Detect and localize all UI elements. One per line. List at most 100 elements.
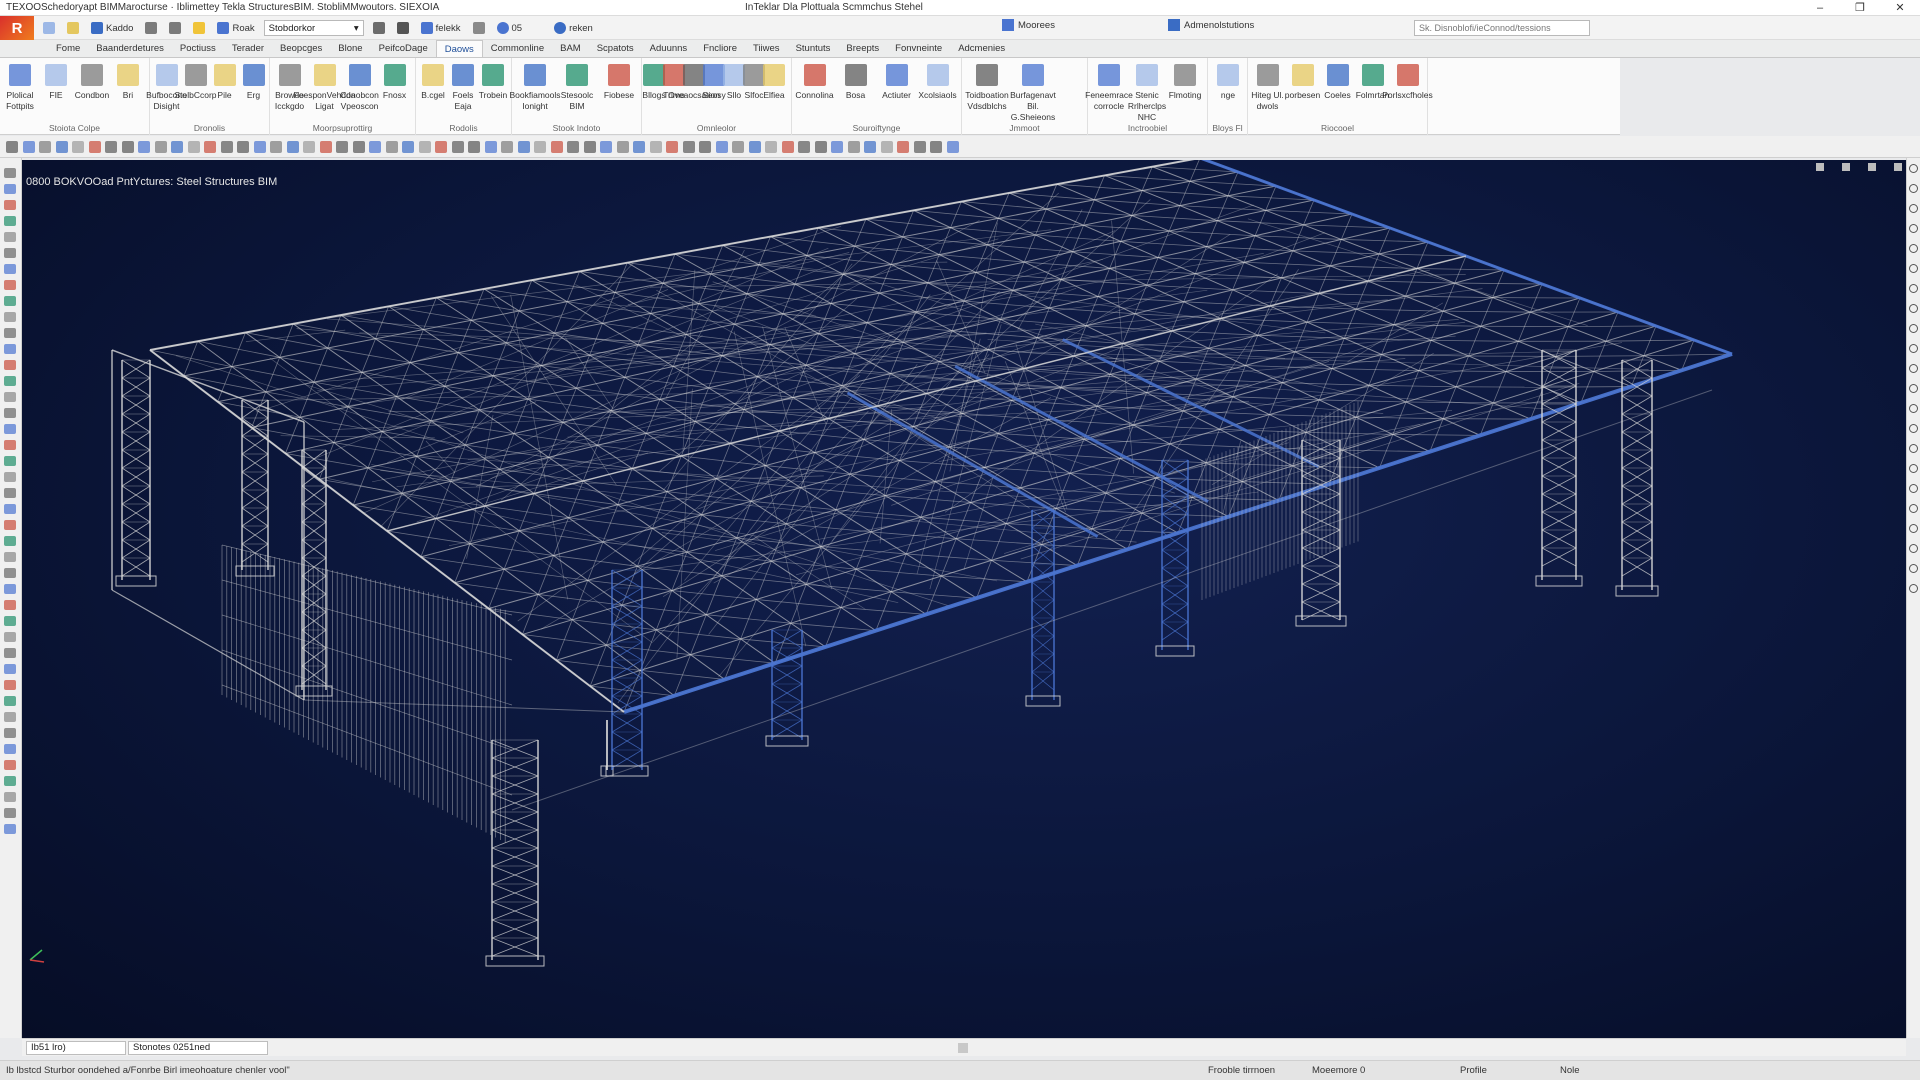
view-tool-icon[interactable] (154, 141, 167, 153)
tab-15[interactable]: Breepts (838, 40, 887, 57)
ribbon-button-0-1[interactable]: FIE (38, 64, 74, 101)
tab-0[interactable]: Fome (48, 40, 88, 57)
side-tool-icon[interactable] (4, 792, 16, 802)
ribbon-button-6-3[interactable]: Xcolsiaols (917, 64, 958, 101)
view-tool-icon[interactable] (715, 141, 728, 153)
view-tool-icon[interactable] (550, 141, 563, 153)
ribbon-button-4-1[interactable]: Stesoolc BIM (556, 64, 598, 112)
tab-14[interactable]: Stuntuts (788, 40, 839, 57)
view-tool-icon[interactable] (748, 141, 761, 153)
ribbon-button-10-2[interactable]: Coeles (1320, 64, 1355, 101)
side-tool-icon[interactable] (4, 616, 16, 626)
maximize-button[interactable]: ❐ (1840, 0, 1880, 16)
units-field[interactable]: Ib51 lro) (26, 1041, 126, 1055)
tab-6[interactable]: PeifcoDage (371, 40, 436, 57)
nav-tool-icon[interactable] (1909, 284, 1918, 293)
side-tool-icon[interactable] (4, 168, 16, 178)
view-tool-icon[interactable] (732, 141, 744, 153)
view-tool-icon[interactable] (418, 141, 431, 153)
ribbon-button-1-1[interactable]: StelbCcorp (174, 64, 217, 101)
view-tool-icon[interactable] (270, 141, 282, 153)
tab-10[interactable]: Scpatots (589, 40, 642, 57)
tab-13[interactable]: Tiiwes (745, 40, 788, 57)
side-tool-icon[interactable] (4, 520, 16, 530)
side-tool-icon[interactable] (4, 472, 16, 482)
side-tool-icon[interactable] (4, 536, 16, 546)
view-tool-icon[interactable] (781, 141, 794, 153)
view-tool-icon[interactable] (171, 141, 183, 153)
side-tool-icon[interactable] (4, 760, 16, 770)
nav-tool-icon[interactable] (1909, 504, 1918, 513)
view-tool-icon[interactable] (286, 141, 299, 153)
qa-kaddo[interactable]: Kaddo (88, 19, 136, 37)
ribbon-button-3-0[interactable]: B.cgel (418, 64, 448, 101)
nav-tool-icon[interactable] (1909, 424, 1918, 433)
view-tool-icon[interactable] (121, 141, 134, 153)
side-tool-icon[interactable] (4, 568, 16, 578)
ribbon-button-0-2[interactable]: Condbon (74, 64, 110, 101)
side-tool-icon[interactable] (4, 776, 16, 786)
tab-3[interactable]: Terader (224, 40, 272, 57)
side-tool-icon[interactable] (4, 696, 16, 706)
tab-17[interactable]: Adcmenies (950, 40, 1013, 57)
view-tool-icon[interactable] (187, 141, 200, 153)
nav-tool-icon[interactable] (1909, 464, 1918, 473)
view-tool-icon[interactable] (666, 141, 678, 153)
side-tool-icon[interactable] (4, 248, 16, 258)
tab-12[interactable]: Fncliore (695, 40, 745, 57)
tab-5[interactable]: Blone (330, 40, 370, 57)
view-tool-icon[interactable] (55, 141, 68, 153)
view-tool-icon[interactable] (831, 141, 843, 153)
nav-tool-icon[interactable] (1909, 404, 1918, 413)
view-tool-icon[interactable] (534, 141, 546, 153)
view-tool-icon[interactable] (352, 141, 365, 153)
view-tool-icon[interactable] (600, 141, 612, 153)
ribbon-button-5-6[interactable]: Elfiea (763, 64, 785, 101)
qa-reken[interactable]: reken (551, 19, 596, 37)
ribbon-button-1-0[interactable]: Bufbocono Disight (146, 64, 187, 112)
view-tool-icon[interactable] (930, 141, 942, 153)
ribbon-button-5-3[interactable]: Seosy (702, 64, 726, 101)
side-tool-icon[interactable] (4, 200, 16, 210)
view-tool-icon[interactable] (583, 141, 596, 153)
side-tool-icon[interactable] (4, 392, 16, 402)
nav-tool-icon[interactable] (1909, 164, 1918, 173)
ribbon-button-8-0[interactable]: Feneemrace corrocle (1085, 64, 1133, 112)
side-tool-icon[interactable] (4, 440, 16, 450)
tab-11[interactable]: Aduunns (642, 40, 696, 57)
side-tool-icon[interactable] (4, 376, 16, 386)
nav-tool-icon[interactable] (1909, 324, 1918, 333)
copy-button[interactable] (470, 19, 488, 37)
view-tool-icon[interactable] (105, 141, 117, 153)
ribbon-button-2-2[interactable]: Conobcon Vpeoscon (340, 64, 379, 112)
nav-tool-icon[interactable] (1909, 364, 1918, 373)
view-tool-icon[interactable] (699, 141, 711, 153)
side-tool-icon[interactable] (4, 344, 16, 354)
view-tool-icon[interactable] (567, 141, 579, 153)
view-tool-icon[interactable] (204, 141, 216, 153)
view-tool-icon[interactable] (633, 141, 645, 153)
view-tool-icon[interactable] (402, 141, 414, 153)
ribbon-button-4-2[interactable]: Fiobese (598, 64, 640, 101)
qa-felekk[interactable]: felekk (418, 19, 464, 37)
view-tool-icon[interactable] (72, 141, 84, 153)
side-tool-icon[interactable] (4, 664, 16, 674)
ribbon-button-5-0[interactable]: Bllogs (642, 64, 666, 101)
ribbon-button-5-5[interactable]: Slfoc (743, 64, 765, 101)
open-button[interactable] (64, 19, 82, 37)
ribbon-button-4-0[interactable]: Bookfiamools Ionight (509, 64, 561, 112)
ribbon-button-8-2[interactable]: Flmoting (1166, 64, 1204, 101)
nav-tool-icon[interactable] (1909, 384, 1918, 393)
ribbon-button-0-0[interactable]: Plolical Fottpits (2, 64, 38, 112)
view-tool-icon[interactable] (385, 141, 398, 153)
side-tool-icon[interactable] (4, 504, 16, 514)
view-tool-icon[interactable] (253, 141, 266, 153)
new-file-button[interactable] (40, 19, 58, 37)
phase-combo[interactable]: Stobdorkor ▾ (263, 20, 364, 36)
tab-1[interactable]: Baanderdetures (88, 40, 172, 57)
tab-7[interactable]: Daows (435, 40, 483, 57)
nav-tool-icon[interactable] (1909, 304, 1918, 313)
ribbon-button-10-4[interactable]: Porlsxcfholes (1382, 64, 1433, 101)
nav-tool-icon[interactable] (1909, 344, 1918, 353)
side-tool-icon[interactable] (4, 824, 16, 834)
